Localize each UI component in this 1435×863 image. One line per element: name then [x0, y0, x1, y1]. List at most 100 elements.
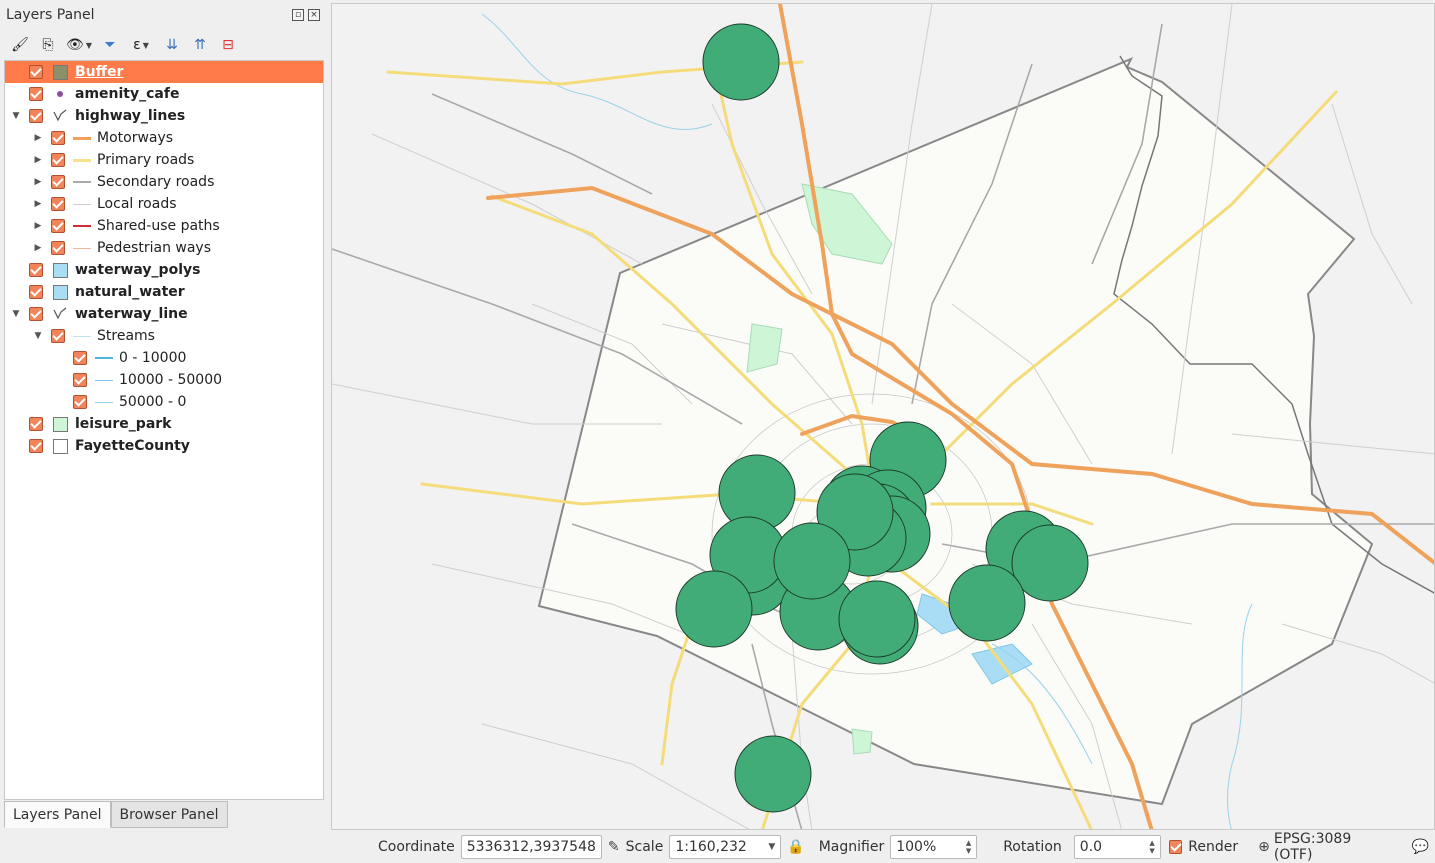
buffer-circle	[675, 570, 753, 648]
layer-name: Secondary roads	[97, 174, 215, 190]
expand-arrow-icon[interactable]: ▶	[33, 221, 43, 231]
line-symbol-icon	[95, 350, 113, 366]
layer-visibility-checkbox[interactable]	[51, 241, 65, 255]
expand-arrow-icon[interactable]: ▶	[33, 133, 43, 143]
layer-visibility-checkbox[interactable]	[51, 153, 65, 167]
layer-name: 10000 - 50000	[119, 372, 223, 388]
buffer-circle	[773, 522, 851, 600]
expand-arrow-icon[interactable]: ▶	[33, 155, 43, 165]
coordinate-field[interactable]: 5336312,3937548	[460, 835, 602, 859]
buffer-circle	[702, 23, 780, 101]
coordinate-value: 5336312,3937548	[466, 839, 596, 855]
layer-tree-row[interactable]: waterway_polys	[5, 259, 323, 281]
layer-tree-row[interactable]: Buffer	[5, 61, 323, 83]
lock-scale-icon[interactable]: 🔒	[787, 839, 804, 855]
layer-visibility-checkbox[interactable]	[29, 87, 43, 101]
float-panel-icon[interactable]: ▫	[292, 9, 304, 21]
panel-titlebar: Layers Panel ▫ ×	[0, 0, 326, 30]
render-checkbox[interactable]	[1168, 840, 1183, 854]
messages-icon[interactable]: 💬	[1412, 839, 1429, 855]
scale-combo[interactable]: 1:160,232 ▼	[669, 835, 782, 859]
layer-visibility-checkbox[interactable]	[29, 109, 43, 123]
layer-tree-row[interactable]: ▶ Motorways	[5, 127, 323, 149]
layer-tree-row[interactable]: natural_water	[5, 281, 323, 303]
qgis-window: Layers Panel ▫ × 🖌 ⎘ 👁 ▼ ⏷ ε ▼ ⇊ ⇈ ⊟ Buffe…	[0, 0, 1435, 863]
layer-tree-row[interactable]: ▼ waterway_line	[5, 303, 323, 325]
layer-tree-row[interactable]: amenity_cafe	[5, 83, 323, 105]
layer-tree-row[interactable]: ▼ highway_lines	[5, 105, 323, 127]
crs-label[interactable]: EPSG:3089 (OTF)	[1274, 831, 1390, 863]
layer-name: Shared-use paths	[97, 218, 220, 234]
panel-title: Layers Panel	[6, 7, 95, 23]
layer-tree-row[interactable]: 50000 - 0	[5, 391, 323, 413]
line-symbol-icon	[51, 108, 69, 124]
scale-value: 1:160,232	[675, 839, 747, 855]
layer-tree-row[interactable]: ▼ Streams	[5, 325, 323, 347]
expand-all-icon[interactable]: ⇊	[162, 35, 182, 55]
layer-tree-row[interactable]: 10000 - 50000	[5, 369, 323, 391]
buffer-circle	[948, 564, 1026, 642]
scale-label: Scale	[625, 839, 664, 855]
layer-tree-row[interactable]: FayetteCounty	[5, 435, 323, 457]
toggle-extents-icon[interactable]: ✎	[608, 839, 620, 855]
collapse-arrow-icon[interactable]: ▼	[11, 111, 21, 121]
layer-name: Primary roads	[97, 152, 195, 168]
layer-tree-row[interactable]: leisure_park	[5, 413, 323, 435]
remove-layer-icon[interactable]: ⊟	[218, 35, 238, 55]
tab-browser-panel[interactable]: Browser Panel	[110, 801, 228, 828]
collapse-all-icon[interactable]: ⇈	[190, 35, 210, 55]
fill-symbol-icon	[51, 438, 69, 454]
tab-layers-panel[interactable]: Layers Panel	[4, 801, 111, 828]
layer-visibility-checkbox[interactable]	[29, 417, 43, 431]
rotation-label: Rotation	[1003, 839, 1062, 855]
close-panel-icon[interactable]: ×	[308, 9, 320, 21]
crs-globe-icon[interactable]: ⊕	[1258, 839, 1270, 855]
layer-visibility-checkbox[interactable]	[73, 395, 87, 409]
point-symbol-icon	[51, 86, 69, 102]
expand-arrow-icon[interactable]: ▶	[33, 177, 43, 187]
layers-panel: Layers Panel ▫ × 🖌 ⎘ 👁 ▼ ⏷ ε ▼ ⇊ ⇈ ⊟ Buffe…	[0, 0, 326, 830]
line-symbol-icon	[73, 196, 91, 212]
map-canvas[interactable]	[331, 3, 1435, 830]
collapse-arrow-icon[interactable]: ▼	[33, 331, 43, 341]
line-symbol-icon	[73, 152, 91, 168]
layer-tree-row[interactable]: ▶ Local roads	[5, 193, 323, 215]
layer-visibility-checkbox[interactable]	[51, 329, 65, 343]
magnifier-label: Magnifier	[818, 839, 885, 855]
layer-tree-row[interactable]: 0 - 10000	[5, 347, 323, 369]
expression-filter-icon[interactable]: ε ▼	[128, 35, 154, 55]
layer-visibility-checkbox[interactable]	[51, 219, 65, 233]
layer-visibility-checkbox[interactable]	[29, 439, 43, 453]
layer-visibility-checkbox[interactable]	[29, 285, 43, 299]
layer-visibility-checkbox[interactable]	[51, 175, 65, 189]
layer-name: natural_water	[75, 284, 185, 300]
style-brush-icon[interactable]: 🖌	[10, 35, 30, 55]
layer-tree-row[interactable]: ▶ Primary roads	[5, 149, 323, 171]
layer-tree-row[interactable]: ▶ Pedestrian ways	[5, 237, 323, 259]
layer-name: FayetteCounty	[75, 438, 190, 454]
layer-visibility-checkbox[interactable]	[29, 263, 43, 277]
layer-visibility-checkbox[interactable]	[29, 307, 43, 321]
fill-symbol-icon	[51, 262, 69, 278]
buffer-circle	[838, 580, 916, 658]
line-symbol-icon	[95, 372, 113, 388]
add-group-icon[interactable]: ⎘	[38, 35, 58, 55]
render-label: Render	[1188, 839, 1239, 855]
rotation-spinbox[interactable]: 0.0 ▲ ▼	[1073, 835, 1161, 859]
magnifier-spinbox[interactable]: 100% ▲ ▼	[890, 835, 978, 859]
layer-visibility-checkbox[interactable]	[51, 131, 65, 145]
visibility-icon[interactable]: 👁 ▼	[66, 35, 92, 55]
layer-tree-row[interactable]: ▶ Shared-use paths	[5, 215, 323, 237]
layer-tree-row[interactable]: ▶ Secondary roads	[5, 171, 323, 193]
layer-visibility-checkbox[interactable]	[51, 197, 65, 211]
layer-name: Motorways	[97, 130, 174, 146]
layer-visibility-checkbox[interactable]	[29, 65, 43, 79]
layer-name: leisure_park	[75, 416, 172, 432]
expand-arrow-icon[interactable]: ▶	[33, 199, 43, 209]
layer-visibility-checkbox[interactable]	[73, 351, 87, 365]
expand-arrow-icon[interactable]: ▶	[33, 243, 43, 253]
layer-visibility-checkbox[interactable]	[73, 373, 87, 387]
fill-symbol-icon	[51, 416, 69, 432]
collapse-arrow-icon[interactable]: ▼	[11, 309, 21, 319]
filter-legend-icon[interactable]: ⏷	[100, 35, 120, 55]
